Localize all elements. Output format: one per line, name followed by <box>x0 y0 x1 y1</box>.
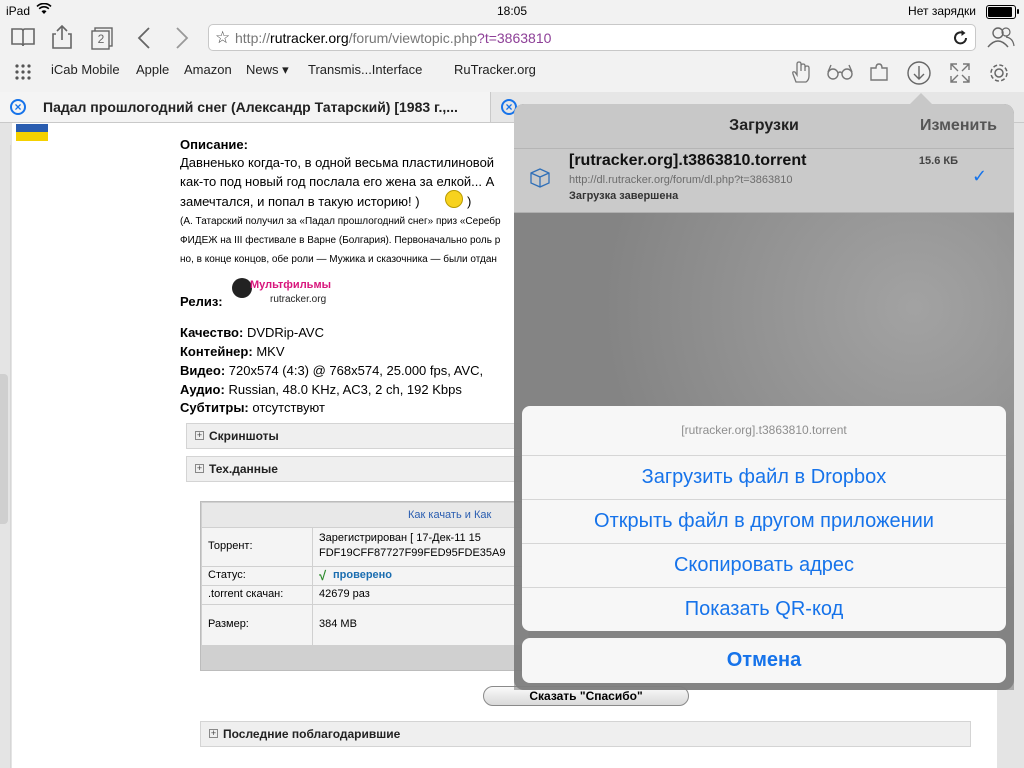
spoiler-label: Тех.данные <box>209 462 278 476</box>
battery-icon <box>986 5 1019 19</box>
description-text-line: Давненько когда-то, в одной весьма пласт… <box>180 155 495 170</box>
show-qr-button[interactable]: Показать QR-код <box>522 588 1006 631</box>
spoiler-screenshots[interactable]: + Скриншоты <box>186 423 521 449</box>
logo-sub: rutracker.org <box>270 294 327 305</box>
fullscreen-icon[interactable] <box>948 61 972 85</box>
description-text-close: ) <box>467 194 472 209</box>
action-sheet-title: [rutracker.org].t3863810.torrent <box>681 423 847 437</box>
puzzle-icon[interactable] <box>868 60 892 84</box>
release-logo[interactable]: Мультфильмы rutracker.org <box>232 278 336 308</box>
bookmark-rutracker[interactable]: RuTracker.org <box>454 62 536 77</box>
expand-plus-icon: + <box>195 463 204 473</box>
open-in-app-button[interactable]: Открыть файл в другом приложении <box>522 500 1006 543</box>
spoiler-last-thanked[interactable]: + Последние поблагодарившие <box>200 721 971 747</box>
note-text-line: но, в конце концов, обе роли — Мужика и … <box>180 254 497 265</box>
description-label: Описание: <box>180 137 248 152</box>
tab-title[interactable]: Падал прошлогодний снег (Александр Татар… <box>43 99 458 115</box>
bookmark-star-icon[interactable]: ☆ <box>215 28 230 48</box>
ukraine-flag-icon <box>16 124 48 132</box>
reload-icon[interactable] <box>953 29 969 46</box>
logo-title: Мультфильмы <box>250 279 331 291</box>
spoiler-label: Последние поблагодарившие <box>223 727 401 741</box>
cancel-button[interactable]: Отмена <box>522 638 1006 683</box>
status-bar: iPad 18:05 Нет зарядки <box>0 0 1024 22</box>
status-verified: проверено <box>333 569 393 581</box>
tab-close-icon[interactable]: × <box>10 99 26 115</box>
users-icon[interactable] <box>986 25 1016 49</box>
bookmark-amazon[interactable]: Amazon <box>184 62 232 77</box>
hand-icon[interactable] <box>790 60 812 84</box>
battery-text: Нет зарядки <box>908 4 976 18</box>
spec-row: Субтитры: отсутствуют <box>180 400 325 415</box>
tabs-count: 2 <box>97 32 105 46</box>
spec-row: Видео: 720x574 (4:3) @ 768x574, 25.000 f… <box>180 363 484 378</box>
tab-active[interactable]: × Падал прошлогодний снег (Александр Тат… <box>0 92 491 122</box>
address-bar[interactable]: ☆ http://rutracker.org/forum/viewtopic.p… <box>208 24 976 51</box>
torrent-info-table: Как качать и Как Торрент: Зарегистрирова… <box>200 501 530 671</box>
spoiler-techdata[interactable]: + Тех.данные <box>186 456 521 482</box>
table-cell: √ проверено <box>313 567 528 585</box>
glasses-icon[interactable] <box>826 63 854 81</box>
note-text-line: (А. Татарский получил за «Падал прошлого… <box>180 216 501 227</box>
download-status: Загрузка завершена <box>569 190 679 202</box>
download-filename: [rutracker.org].t3863810.torrent <box>569 152 807 169</box>
note-text-line: ФИДЕЖ на III фестивале в Варне (Болгария… <box>180 235 501 246</box>
spoiler-label: Скриншоты <box>209 429 279 443</box>
specs-list: Качество: DVDRip-AVC Контейнер: MKV Виде… <box>180 325 483 419</box>
table-header: Как качать и Как <box>202 503 528 527</box>
upload-dropbox-button[interactable]: Загрузить файл в Dropbox <box>522 456 1006 499</box>
file-box-icon <box>528 165 552 189</box>
edit-button[interactable]: Изменить <box>920 117 997 135</box>
mickey-icon <box>232 278 252 298</box>
back-icon[interactable] <box>136 26 152 50</box>
bookmark-news[interactable]: News ▾ <box>246 62 289 78</box>
table-cell: Торрент: <box>202 528 312 566</box>
left-divider <box>10 145 11 768</box>
table-cell: 384 MB <box>313 605 528 645</box>
table-cell: 42679 раз <box>313 586 528 604</box>
spec-row: Контейнер: MKV <box>180 344 285 359</box>
apps-grid-icon[interactable] <box>14 63 32 81</box>
download-icon[interactable] <box>906 60 932 86</box>
table-cell: Размер: <box>202 605 312 645</box>
tab-second[interactable]: × <box>491 92 517 122</box>
verified-check-icon: √ <box>319 568 327 583</box>
table-cell: Статус: <box>202 567 312 585</box>
edge-handle[interactable] <box>0 374 8 524</box>
table-cell: .torrent скачан: <box>202 586 312 604</box>
release-label: Релиз: <box>180 294 223 309</box>
bookmark-icab[interactable]: iCab Mobile <box>51 62 120 77</box>
expand-plus-icon: + <box>195 430 204 440</box>
download-size: 15.6 КБ <box>918 155 958 167</box>
url-text[interactable]: http://rutracker.org/forum/viewtopic.php… <box>235 30 551 46</box>
settings-gear-icon[interactable] <box>986 60 1012 86</box>
clock: 18:05 <box>496 4 528 18</box>
how-to-download-link[interactable]: Как качать и Как <box>408 509 491 521</box>
description-text-line: как-то под новый год послала его жена за… <box>180 174 495 189</box>
description-text-line: замечтался, и попал в такую историю! ) <box>180 194 420 209</box>
spec-row: Качество: DVDRip-AVC <box>180 325 324 340</box>
download-url: http://dl.rutracker.org/forum/dl.php?t=3… <box>569 174 793 186</box>
spec-row: Аудио: Russian, 48.0 KHz, AC3, 2 ch, 192… <box>180 382 462 397</box>
bookmark-transmission[interactable]: Transmis...Interface <box>308 62 422 77</box>
bookmarks-book-icon[interactable] <box>10 26 36 48</box>
table-cell: Зарегистрирован [ 17-Дек-11 15 FDF19CFF8… <box>313 528 528 566</box>
smiley-icon <box>445 190 463 208</box>
checkmark-icon: ✓ <box>972 166 988 186</box>
ukraine-flag-lower <box>16 132 48 141</box>
share-icon[interactable] <box>50 24 74 50</box>
bookmark-apple[interactable]: Apple <box>136 62 169 77</box>
expand-plus-icon: + <box>209 728 218 738</box>
copy-address-button[interactable]: Скопировать адрес <box>522 544 1006 587</box>
forward-icon[interactable] <box>174 26 190 50</box>
